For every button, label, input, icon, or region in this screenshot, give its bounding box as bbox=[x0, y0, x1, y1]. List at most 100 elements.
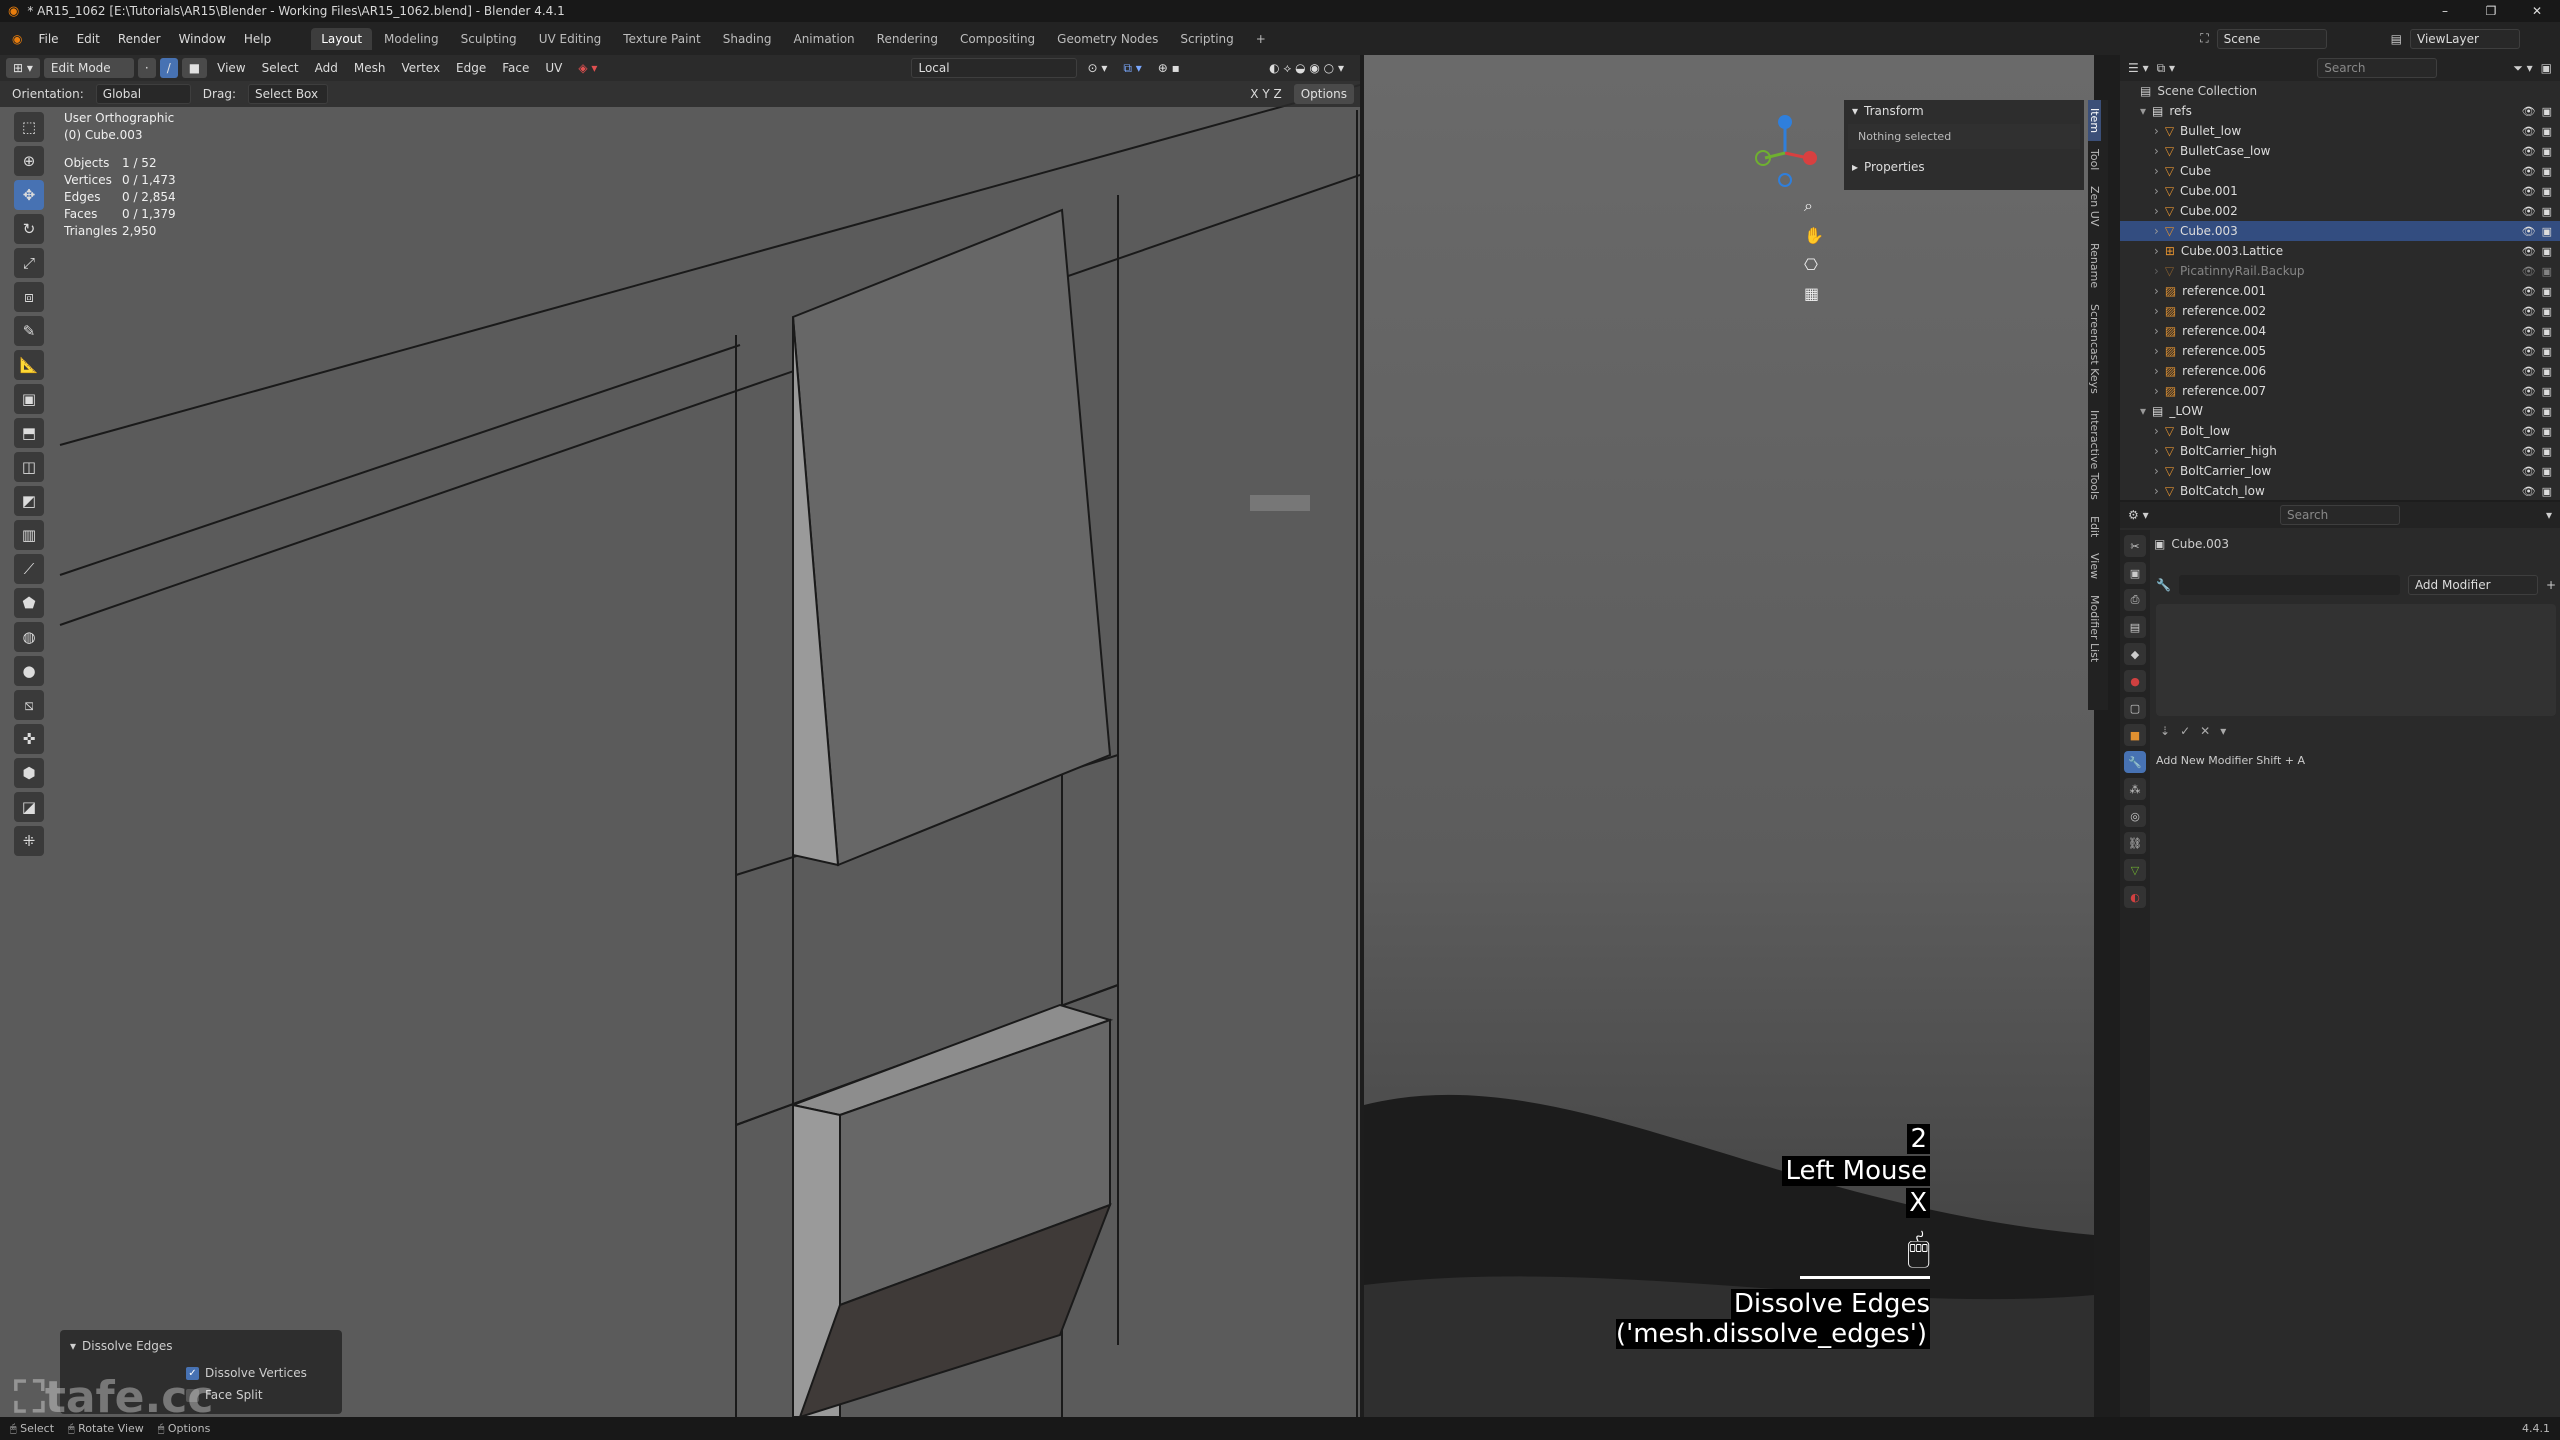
visibility-eye-icon[interactable]: 👁 bbox=[2522, 385, 2536, 398]
camera-icon[interactable]: ⎔ bbox=[1804, 255, 1824, 274]
zoom-icon[interactable]: ⌕ bbox=[1804, 196, 1824, 216]
render-camera-icon[interactable]: ▣ bbox=[2542, 105, 2552, 118]
menu-file[interactable]: File bbox=[30, 28, 66, 50]
add-workspace-icon[interactable]: + bbox=[1246, 28, 1276, 50]
visibility-eye-icon[interactable]: 👁 bbox=[2522, 165, 2536, 178]
visibility-eye-icon[interactable]: 👁 bbox=[2522, 425, 2536, 438]
face-select-mode-icon[interactable]: ■ bbox=[181, 58, 208, 78]
3d-viewport[interactable] bbox=[0, 55, 1360, 1417]
smooth-tool-icon[interactable]: ● bbox=[14, 656, 44, 686]
add-modifier-button[interactable]: Add Modifier bbox=[2407, 575, 2538, 595]
tab-scripting[interactable]: Scripting bbox=[1170, 28, 1243, 50]
outliner-search-input[interactable]: Search bbox=[2317, 58, 2438, 78]
disclosure-arrow-icon[interactable]: › bbox=[2154, 464, 2159, 478]
render-camera-icon[interactable]: ▣ bbox=[2542, 305, 2552, 318]
object-tab-icon[interactable]: ■ bbox=[2124, 724, 2146, 746]
outliner-item[interactable]: › ▽ Cube.002 👁 ▣ bbox=[2120, 201, 2560, 221]
outliner-item[interactable]: › ▨ reference.004 👁 ▣ bbox=[2120, 321, 2560, 341]
tab-edit[interactable]: Edit bbox=[2088, 508, 2101, 545]
scale-tool-icon[interactable]: ⤢ bbox=[14, 248, 44, 278]
render-camera-icon[interactable]: ▣ bbox=[2542, 465, 2552, 478]
modifier-tab-icon[interactable]: 🔧 bbox=[2124, 751, 2146, 773]
move-modifier-icon[interactable]: ⇣ bbox=[2160, 724, 2170, 738]
disclosure-arrow-icon[interactable]: › bbox=[2154, 164, 2159, 178]
visibility-eye-icon[interactable]: 👁 bbox=[2522, 205, 2536, 218]
tab-modifier-list[interactable]: Modifier List bbox=[2088, 587, 2101, 670]
knife-tool-icon[interactable]: ⟋ bbox=[14, 554, 44, 584]
disclosure-arrow-icon[interactable]: › bbox=[2154, 244, 2159, 258]
blender-menu-icon[interactable]: ◉ bbox=[6, 32, 28, 46]
axis-lock-icons[interactable]: X Y Z bbox=[1244, 84, 1287, 104]
orientation-selector[interactable]: Global bbox=[95, 84, 191, 104]
render-camera-icon[interactable]: ▣ bbox=[2542, 165, 2552, 178]
proportional-edit-icon[interactable]: ⊙ ▾ bbox=[1081, 58, 1113, 78]
viewport-shading-icons[interactable]: ◐ ⟡ ◒ ◉ ○ ▾ bbox=[1263, 58, 1350, 78]
tab-screencast-keys[interactable]: Screencast Keys bbox=[2088, 296, 2101, 402]
outliner-item[interactable]: › ▨ reference.002 👁 ▣ bbox=[2120, 301, 2560, 321]
scene-tab-icon[interactable]: ◆ bbox=[2124, 643, 2146, 665]
outliner-editor-icon[interactable]: ☰ ▾ bbox=[2128, 61, 2149, 75]
view-layer-tab-icon[interactable]: ▤ bbox=[2124, 616, 2146, 638]
particles-tab-icon[interactable]: ⁂ bbox=[2124, 778, 2146, 800]
properties-panel-title[interactable]: Properties bbox=[1864, 160, 1925, 174]
select-tool-icon[interactable]: ⬚ bbox=[14, 112, 44, 142]
menu-add[interactable]: Add bbox=[309, 58, 344, 78]
modifier-menu-icon[interactable]: ▾ bbox=[2220, 724, 2226, 738]
menu-edit[interactable]: Edit bbox=[69, 28, 108, 50]
outliner-item[interactable]: › ▽ BoltCarrier_low 👁 ▣ bbox=[2120, 461, 2560, 481]
tab-compositing[interactable]: Compositing bbox=[950, 28, 1045, 50]
render-camera-icon[interactable]: ▣ bbox=[2542, 145, 2552, 158]
menu-uv[interactable]: UV bbox=[539, 58, 568, 78]
visibility-eye-icon[interactable]: 👁 bbox=[2522, 405, 2536, 418]
properties-search-input[interactable]: Search bbox=[2279, 505, 2400, 525]
menu-window[interactable]: Window bbox=[171, 28, 234, 50]
visibility-eye-icon[interactable]: 👁 bbox=[2522, 125, 2536, 138]
tab-modeling[interactable]: Modeling bbox=[374, 28, 449, 50]
cursor-tool-icon[interactable]: ⊕ bbox=[14, 146, 44, 176]
close-button[interactable]: ✕ bbox=[2514, 0, 2560, 22]
menu-select[interactable]: Select bbox=[256, 58, 305, 78]
render-camera-icon[interactable]: ▣ bbox=[2542, 205, 2552, 218]
render-camera-icon[interactable]: ▣ bbox=[2542, 225, 2552, 238]
properties-expand-icon[interactable]: ▸ bbox=[1852, 160, 1858, 174]
disclosure-arrow-icon[interactable]: › bbox=[2154, 144, 2159, 158]
bevel-tool-icon[interactable]: ◩ bbox=[14, 486, 44, 516]
world-tab-icon[interactable]: ● bbox=[2124, 670, 2146, 692]
render-camera-icon[interactable]: ▣ bbox=[2542, 325, 2552, 338]
visibility-eye-icon[interactable]: 👁 bbox=[2522, 105, 2536, 118]
navigation-gizmo[interactable] bbox=[1740, 108, 1830, 198]
collapse-icon[interactable]: ▾ bbox=[70, 1339, 76, 1353]
modifier-list-area[interactable] bbox=[2156, 604, 2556, 716]
menu-edge[interactable]: Edge bbox=[450, 58, 492, 78]
disclosure-arrow-icon[interactable]: › bbox=[2154, 424, 2159, 438]
render-camera-icon[interactable]: ▣ bbox=[2542, 185, 2552, 198]
outliner-item[interactable]: › ▽ Cube 👁 ▣ bbox=[2120, 161, 2560, 181]
expand-arrow-icon[interactable]: ▾ bbox=[2140, 404, 2146, 418]
tab-rendering[interactable]: Rendering bbox=[867, 28, 948, 50]
render-camera-icon[interactable]: ▣ bbox=[2542, 245, 2552, 258]
render-camera-icon[interactable]: ▣ bbox=[2542, 385, 2552, 398]
render-camera-icon[interactable]: ▣ bbox=[2542, 425, 2552, 438]
rotate-tool-icon[interactable]: ↻ bbox=[14, 214, 44, 244]
poly-build-tool-icon[interactable]: ⬟ bbox=[14, 588, 44, 618]
render-camera-icon[interactable]: ▣ bbox=[2542, 405, 2552, 418]
render-camera-icon[interactable]: ▣ bbox=[2542, 125, 2552, 138]
filter-icon[interactable]: ⏷ ▾ bbox=[2513, 61, 2532, 76]
shrink-fatten-tool-icon[interactable]: ✜ bbox=[14, 724, 44, 754]
pan-hand-icon[interactable]: ✋ bbox=[1804, 226, 1824, 245]
display-mode-icon[interactable]: ⧉ ▾ bbox=[2157, 61, 2175, 76]
tab-zen-uv[interactable]: Zen UV bbox=[2088, 178, 2101, 234]
disclosure-arrow-icon[interactable]: › bbox=[2154, 264, 2159, 278]
options-button[interactable]: Options bbox=[1293, 84, 1354, 104]
viewlayer-selector[interactable]: ViewLayer bbox=[2410, 28, 2520, 49]
tab-geometry-nodes[interactable]: Geometry Nodes bbox=[1047, 28, 1168, 50]
disclosure-arrow-icon[interactable]: › bbox=[2154, 364, 2159, 378]
collection-tab-icon[interactable]: ▢ bbox=[2124, 697, 2146, 719]
menu-face[interactable]: Face bbox=[496, 58, 535, 78]
transform-collapse-icon[interactable]: ▾ bbox=[1852, 104, 1858, 118]
visibility-eye-icon[interactable]: 👁 bbox=[2522, 325, 2536, 338]
mesh-wireframe[interactable] bbox=[0, 55, 1360, 1417]
tab-interactive-tools[interactable]: Interactive Tools bbox=[2088, 402, 2101, 508]
extra-tool-icon[interactable]: ⁜ bbox=[14, 826, 44, 856]
maximize-button[interactable]: ❐ bbox=[2468, 0, 2514, 22]
